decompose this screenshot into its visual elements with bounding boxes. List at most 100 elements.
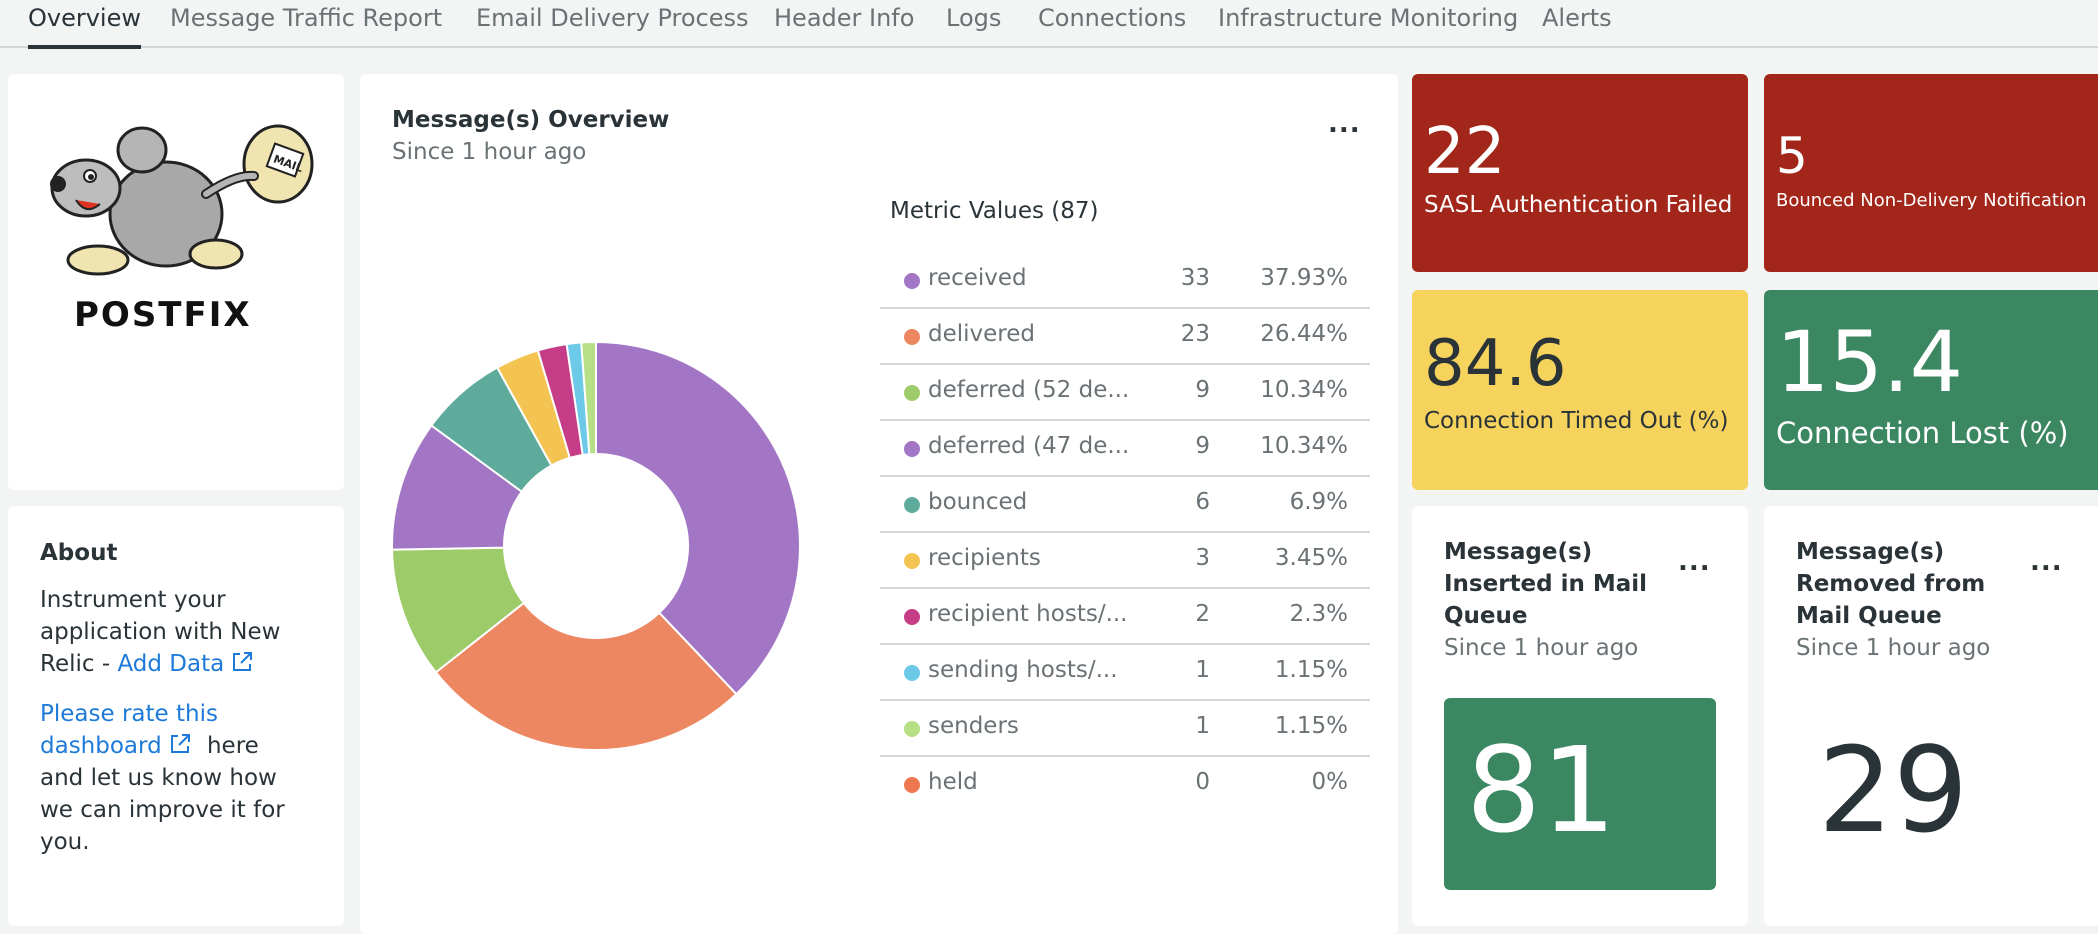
billboard-label: Bounced Non-Delivery Notification [1776,190,2087,211]
connection-lost-billboard: 15.4 Connection Lost (%) [1764,290,2098,490]
billboard-value: 5 [1776,127,1808,185]
overview-subtitle: Since 1 hour ago [392,139,587,165]
legend-row[interactable]: recipient hosts/... 2 2.3% [880,589,1370,645]
tab-alerts[interactable]: Alerts [1542,0,1612,48]
about-card: About Instrument your application with N… [8,506,344,926]
about-rate-text: Please rate this dashboard here and let … [40,698,300,858]
legend-count: 2 [1195,601,1210,627]
legend-percent: 37.93% [1260,265,1348,291]
tab-overview[interactable]: Overview [28,0,141,49]
about-line-2: application with New [40,619,281,645]
legend-percent: 2.3% [1289,601,1348,627]
add-data-link-label: Add Data [117,651,225,677]
legend-dot [904,329,920,345]
legend-row[interactable]: held 0 0% [880,757,1370,813]
legend-count: 6 [1195,489,1210,515]
billboard-value: 22 [1424,115,1506,189]
legend-label: deferred (47 de... [928,433,1130,459]
rate-dashboard-link[interactable]: Please rate this dashboard here [40,698,300,762]
legend-percent: 3.45% [1274,545,1348,571]
about-title: About [40,540,118,566]
billboard-value: 84.6 [1424,327,1567,401]
inserted-mail-queue-card: Message(s) Inserted in Mail Queue Since … [1412,506,1748,926]
legend-label: deferred (52 de... [928,377,1130,403]
legend-dot [904,777,920,793]
legend-label: sending hosts/... [928,657,1118,683]
inserted-more-menu-icon[interactable]: ... [1678,549,1711,575]
legend-dot [904,553,920,569]
legend-count: 0 [1195,769,1210,795]
legend-dot [904,273,920,289]
legend-count: 33 [1180,265,1210,291]
removed-title-line-2: Removed from [1796,571,1986,597]
legend-percent: 26.44% [1260,321,1348,347]
legend-count: 9 [1195,433,1210,459]
dashboard-tabs: Overview Message Traffic Report Email De… [0,0,2098,49]
legend-count: 3 [1195,545,1210,571]
legend-count: 1 [1195,713,1210,739]
tab-email-delivery-process[interactable]: Email Delivery Process [476,0,749,48]
legend-percent: 1.15% [1274,657,1348,683]
tab-header-info[interactable]: Header Info [774,0,914,48]
about-line-b: we can improve it for [40,797,285,823]
inserted-title-line-3: Queue [1444,603,1528,629]
legend-label: senders [928,713,1019,739]
inserted-title-line-2: Inserted in Mail [1444,571,1648,597]
legend-row[interactable]: sending hosts/... 1 1.15% [880,645,1370,701]
donut-chart [391,340,801,751]
about-line-1: Instrument your [40,587,226,613]
legend-row[interactable]: deferred (52 de... 9 10.34% [880,365,1370,421]
legend-row[interactable]: bounced 6 6.9% [880,477,1370,533]
legend-row[interactable]: recipients 3 3.45% [880,533,1370,589]
overview-more-menu-icon[interactable]: ... [1328,111,1361,137]
external-link-icon [233,652,253,671]
tab-logs[interactable]: Logs [946,0,1001,48]
inserted-title-line-1: Message(s) [1444,539,1593,565]
billboard-label: SASL Authentication Failed [1424,192,1733,218]
rate-link-line-2: dashboard [40,733,162,759]
legend-count: 9 [1195,377,1210,403]
legend-row[interactable]: delivered 23 26.44% [880,309,1370,365]
bounced-ndn-billboard: 5 Bounced Non-Delivery Notification [1764,74,2098,272]
legend-label: delivered [928,321,1035,347]
inserted-subtitle: Since 1 hour ago [1444,635,1639,661]
sasl-auth-failed-billboard: 22 SASL Authentication Failed [1412,74,1748,272]
inserted-value: 81 [1466,721,1617,859]
legend-dot [904,721,920,737]
removed-subtitle: Since 1 hour ago [1796,635,1991,661]
rate-suffix: here [206,733,259,759]
metric-values-title: Metric Values (87) [890,198,1099,224]
tab-infrastructure-monitoring[interactable]: Infrastructure Monitoring [1218,0,1518,48]
legend-percent: 6.9% [1289,489,1348,515]
removed-more-menu-icon[interactable]: ... [2030,549,2063,575]
legend-label: held [928,769,978,795]
legend-row[interactable]: received 33 37.93% [880,253,1370,309]
about-line-a: and let us know how [40,765,277,791]
removed-mail-queue-card: Message(s) Removed from Mail Queue Since… [1764,506,2098,926]
about-line-3-prefix: Relic - [40,651,118,677]
legend-dot [904,609,920,625]
legend-dot [904,441,920,457]
legend-percent: 0% [1311,769,1349,795]
messages-overview-card: Message(s) Overview Since 1 hour ago ...… [360,74,1398,934]
legend-table: received 33 37.93% delivered 23 26.44% defer… [880,253,1370,813]
legend-row[interactable]: deferred (47 de... 9 10.34% [880,421,1370,477]
legend-percent: 1.15% [1274,713,1348,739]
removed-title-line-1: Message(s) [1796,539,1945,565]
legend-percent: 10.34% [1260,433,1348,459]
logo-card: MAIL POSTFIX [8,74,344,490]
removed-value: 29 [1818,721,1969,859]
legend-row[interactable]: senders 1 1.15% [880,701,1370,757]
add-data-link[interactable]: Add Data [117,651,254,677]
about-line-c: you. [40,829,90,855]
rate-link-line-1: Please rate this [40,701,218,727]
tab-message-traffic-report[interactable]: Message Traffic Report [170,0,442,48]
logo-text: POSTFIX [74,295,252,335]
billboard-label: Connection Timed Out (%) [1424,408,1729,434]
tab-connections[interactable]: Connections [1038,0,1186,48]
billboard-value: 15.4 [1776,313,1964,411]
about-description: Instrument your application with New Rel… [40,584,300,680]
legend-dot [904,665,920,681]
legend-label: recipients [928,545,1041,571]
legend-dot [904,497,920,513]
